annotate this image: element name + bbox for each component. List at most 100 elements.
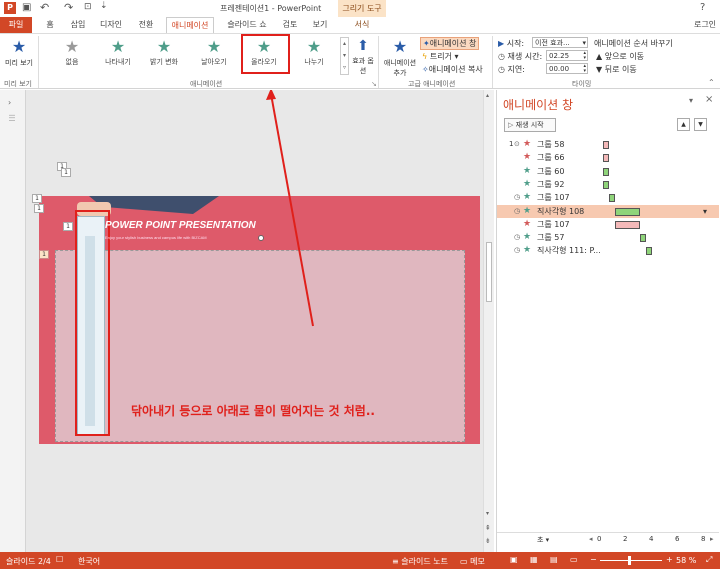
customize-quick-access-icon[interactable]: ⇣ (100, 1, 108, 11)
spinner-icon[interactable]: ▴ ▾ (583, 64, 586, 74)
seconds-label[interactable]: 초 ▾ (537, 535, 549, 545)
tab-file[interactable]: 파일 (0, 17, 32, 33)
animation-list-item[interactable]: ★ 그룹 66 (497, 151, 719, 164)
animation-list-item[interactable]: ◷ ★ 그룹 107 (497, 191, 719, 204)
zoom-in-icon[interactable]: + (666, 555, 673, 564)
timing-bar[interactable] (640, 234, 646, 243)
add-animation-button[interactable]: ★ 애니메이션 추가 (382, 36, 418, 77)
reading-view-icon[interactable]: ▤ (550, 555, 558, 564)
zoom-slider-thumb[interactable] (628, 556, 631, 565)
timing-bar[interactable] (646, 247, 652, 256)
animation-list-item[interactable]: ★ 그룹 107 (497, 218, 719, 231)
editor-vertical-scrollbar[interactable]: ▴ ▾ ⇞ ⇟ (483, 90, 494, 552)
notes-button[interactable]: ≡ 슬라이드 노트 (392, 556, 448, 567)
timing-bar[interactable] (615, 220, 640, 229)
tab-animations[interactable]: 애니메이션 (166, 17, 214, 33)
gallery-item-label: 날아오기 (201, 58, 227, 66)
timeline-right-icon[interactable]: ▸ (710, 535, 714, 543)
animation-list-item[interactable]: ◷ ★ 직사각형 108 ▾ (497, 204, 719, 218)
save-icon[interactable]: ▣ (22, 2, 31, 13)
gallery-item[interactable]: ★ 없음 (48, 37, 96, 73)
timing-bar[interactable] (603, 141, 609, 149)
timing-bar[interactable] (615, 207, 640, 216)
animation-pane-icon: ✦ (423, 39, 430, 48)
delay-input[interactable]: 00.00 ▴ ▾ (546, 63, 588, 74)
animation-painter-button[interactable]: ✧애니메이션 복사 (422, 64, 483, 75)
preview-button[interactable]: ★ 미리 보기 (3, 36, 35, 76)
item-menu-icon[interactable]: ▾ (703, 205, 707, 218)
timing-bar[interactable] (603, 154, 609, 163)
animation-list-item[interactable]: ★ 그룹 92 (497, 178, 719, 191)
duration-input[interactable]: 02.25 ▴ ▾ (546, 50, 588, 61)
timeline-tick: 6 (675, 535, 680, 543)
zoom-level[interactable]: 58 % (676, 556, 696, 565)
gallery-item[interactable]: ★ 나누기 (290, 37, 338, 73)
preview-star-icon: ★ (11, 37, 27, 56)
tab-view[interactable]: 보기 (308, 17, 332, 33)
tab-design[interactable]: 디자인 (96, 17, 126, 33)
zoom-out-icon[interactable]: − (590, 555, 597, 564)
comments-button[interactable]: ▭ 메모 (460, 556, 485, 567)
slideshow-view-icon[interactable]: ▭ (570, 555, 578, 564)
tab-format[interactable]: 서식 (344, 17, 380, 33)
dialog-launcher-icon[interactable]: ↘ (371, 80, 377, 88)
timing-bar[interactable] (609, 194, 615, 203)
animation-list-item[interactable]: ◷ ★ 직사각형 111: P... (497, 244, 719, 257)
start-select[interactable]: 이전 효과... ▾ (532, 37, 588, 48)
redo-icon[interactable]: ↷ (64, 1, 73, 14)
tab-transitions[interactable]: 전환 (134, 17, 158, 33)
animation-list-item[interactable]: ◷ ★ 그룹 57 (497, 231, 719, 244)
gallery-item[interactable]: ★ 나타내기 (94, 37, 142, 73)
item-name: 그룹 60 (537, 166, 565, 176)
close-icon[interactable]: × (705, 94, 713, 105)
start-from-beginning-icon[interactable]: ⊡ (84, 2, 92, 12)
gallery-item[interactable]: ★ 날아오기 (190, 37, 238, 73)
help-icon[interactable]: ? (700, 2, 705, 13)
collapse-ribbon-icon[interactable]: ⌃ (708, 78, 715, 87)
move-earlier-button[interactable]: ▲ 앞으로 이동 (596, 51, 644, 62)
trigger-button[interactable]: ϟ 트리거 ▾ (422, 51, 458, 62)
effect-options-button[interactable]: ⬆ 효과 옵션 (352, 36, 374, 76)
expand-thumbnails-icon[interactable]: › (8, 98, 11, 107)
slide-thumbnail-collapsed[interactable]: › ⁝⁝⁝ (0, 90, 26, 552)
painter-icon: ✧ (422, 65, 429, 74)
undo-icon[interactable]: ↶ (40, 1, 49, 14)
prev-slide-icon[interactable]: ⇞ (485, 524, 491, 532)
timing-bar[interactable] (603, 180, 609, 189)
gallery-scroll[interactable]: ▴ ▾ ▿ (340, 37, 349, 75)
delay-field-label: ◷ 지연: (498, 64, 525, 75)
timing-bar[interactable] (603, 167, 609, 176)
scroll-thumb[interactable] (486, 242, 492, 302)
move-down-button[interactable]: ▼ (694, 118, 707, 131)
tab-home[interactable]: 홈 (40, 17, 60, 33)
divider (38, 36, 39, 88)
title-bar: P ▣ ↶ ↷ ⊡ ⇣ 프레젠테이션1 - PowerPoint 그리기 도구 … (0, 0, 720, 17)
spinner-icon[interactable]: ▴ ▾ (583, 51, 586, 61)
fit-to-window-icon[interactable]: ⤢ (706, 555, 712, 565)
tab-slideshow[interactable]: 슬라이드 쇼 (222, 17, 272, 33)
timeline-left-icon[interactable]: ◂ (589, 535, 593, 543)
slide-editor[interactable]: 1 1 POWER POINT PRESENTATION Enjoy your … (26, 90, 494, 552)
play-from-button[interactable]: ▷ 재생 시작 (504, 118, 556, 132)
animation-pane-button[interactable]: ✦애니메이션 창 (420, 37, 480, 50)
pane-menu-icon[interactable]: ▾ (689, 96, 693, 105)
tab-review[interactable]: 검토 (278, 17, 302, 33)
normal-view-icon[interactable]: ▣ (510, 555, 518, 564)
sign-in-link[interactable]: 로그인 (690, 17, 720, 33)
zoom-slider[interactable] (600, 560, 662, 561)
next-slide-icon[interactable]: ⇟ (485, 537, 491, 545)
tab-insert[interactable]: 삽입 (66, 17, 90, 33)
move-up-button[interactable]: ▲ (677, 118, 690, 131)
scroll-down-icon[interactable]: ▾ (486, 510, 489, 517)
gallery-item[interactable]: ★ 밝기 변화 (140, 37, 188, 73)
trigger-clock-icon: ◷ (514, 246, 521, 255)
animation-list-item[interactable]: 1 ⊙ ★ 그룹 58 (497, 138, 719, 151)
slide-sorter-icon[interactable]: ▦ (530, 555, 538, 564)
language-indicator[interactable]: 한국어 (78, 556, 100, 567)
spell-check-icon[interactable]: ☐ (56, 555, 63, 564)
move-later-button[interactable]: ▼ 뒤로 이동 (596, 64, 637, 75)
delay-value: 00.00 (549, 65, 570, 73)
scroll-up-icon[interactable]: ▴ (486, 92, 489, 99)
animation-list-item[interactable]: ★ 그룹 60 (497, 165, 719, 178)
timeline-tick: 4 (649, 535, 654, 543)
